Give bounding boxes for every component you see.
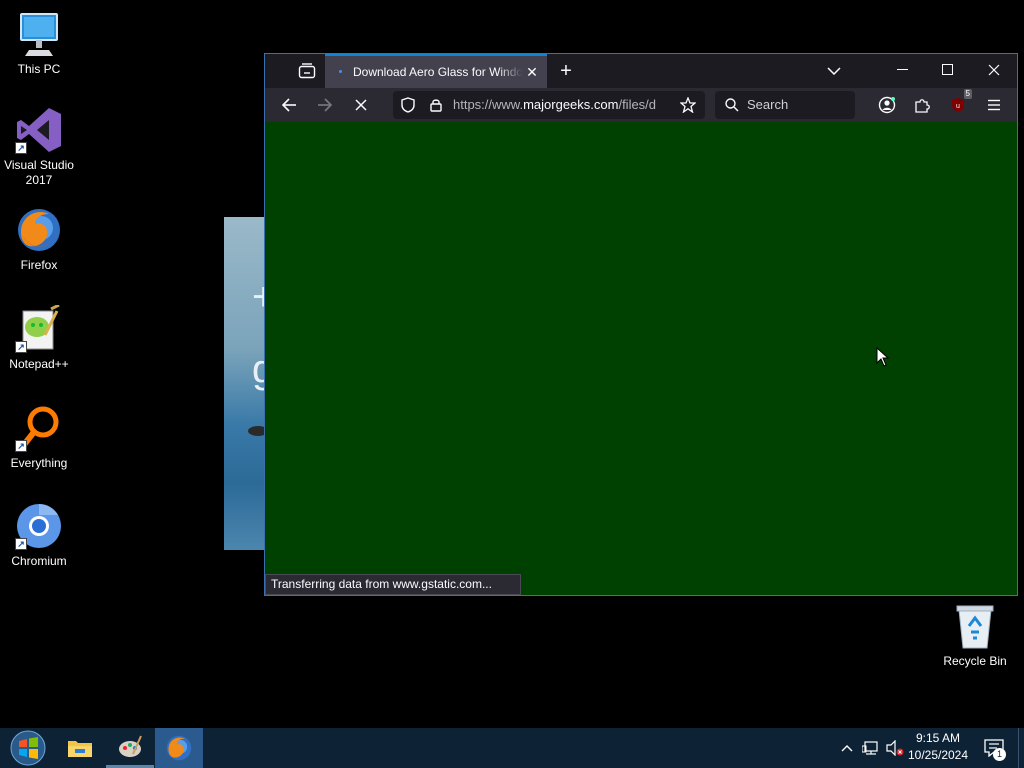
search-icon — [725, 98, 739, 112]
notification-count-badge: 1 — [993, 748, 1006, 761]
stop-icon — [355, 99, 367, 111]
action-center-button[interactable]: 1 — [980, 728, 1008, 768]
navigation-toolbar: https://www.majorgeeks.com/files/d Searc… — [265, 88, 1017, 122]
plus-icon: + — [560, 59, 572, 82]
recycle-bin-icon — [951, 602, 999, 650]
new-tab-button[interactable]: + — [555, 60, 577, 82]
show-hidden-icons-button[interactable] — [838, 728, 856, 768]
bookmark-star-button[interactable] — [677, 95, 699, 115]
close-icon — [988, 64, 1000, 76]
url-prefix: https://www. — [453, 97, 524, 112]
arrow-right-icon — [318, 98, 333, 112]
back-button[interactable] — [277, 93, 301, 117]
start-button[interactable] — [4, 728, 52, 768]
desktop-icon-everything[interactable]: ↗ Everything — [0, 404, 79, 471]
svg-text:u: u — [956, 103, 960, 110]
page-content-area[interactable]: Transferring data from www.gstatic.com..… — [265, 122, 1017, 595]
shortcut-arrow-icon: ↗ — [15, 341, 27, 353]
stop-loading-button[interactable] — [349, 93, 373, 117]
firefox-icon — [166, 735, 192, 761]
desktop-icon-label: Everything — [10, 456, 68, 470]
visual-studio-icon: ↗ — [15, 106, 63, 154]
status-panel: Transferring data from www.gstatic.com..… — [265, 574, 521, 595]
background-window[interactable]: + g — [224, 217, 268, 550]
chromium-icon: ↗ — [15, 502, 63, 550]
notepadpp-icon: ↗ — [15, 303, 63, 353]
desktop-icon-label: Notepad++ — [9, 357, 69, 371]
firefox-window[interactable]: Download Aero Glass for Windows ✕ + http… — [264, 53, 1018, 596]
account-button[interactable] — [875, 93, 899, 117]
taskbar-paint[interactable] — [106, 728, 154, 768]
tab-title: Download Aero Glass for Windows — [353, 65, 523, 79]
desktop-icon-firefox[interactable]: Firefox — [0, 206, 79, 273]
app-menu-button[interactable] — [982, 93, 1006, 117]
clock-time: 9:15 AM — [915, 731, 961, 745]
desktop-icon-label: Chromium — [11, 554, 67, 568]
windows-start-orb-icon — [10, 730, 46, 766]
desktop-icon-recycle-bin[interactable]: Recycle Bin — [935, 602, 1015, 669]
ublock-badge: 5 — [963, 89, 972, 99]
shield-icon — [401, 97, 415, 113]
shortcut-arrow-icon: ↗ — [15, 142, 27, 154]
site-identity-button[interactable] — [425, 95, 447, 115]
tab-aero-glass-download[interactable]: Download Aero Glass for Windows ✕ — [325, 54, 547, 88]
tab-close-button[interactable]: ✕ — [523, 63, 541, 81]
taskbar-firefox[interactable] — [155, 728, 203, 768]
tray-clock[interactable]: 9:15 AM 10/25/2024 — [902, 730, 974, 764]
firefox-view-icon — [298, 63, 316, 79]
chevron-down-icon — [827, 67, 841, 75]
close-window-button[interactable] — [972, 56, 1016, 84]
arrow-left-icon — [281, 98, 296, 112]
network-icon — [862, 741, 878, 755]
everything-search-icon: ↗ — [15, 404, 63, 452]
desktop-icon-label: Firefox — [20, 258, 58, 272]
ublock-origin-button[interactable]: u 5 — [946, 89, 972, 117]
shortcut-arrow-icon: ↗ — [15, 538, 27, 550]
hamburger-menu-icon — [988, 99, 1000, 111]
network-tray-button[interactable] — [860, 728, 882, 768]
desktop-icon-chromium[interactable]: ↗ Chromium — [0, 502, 79, 569]
taskbar: 9:15 AM 10/25/2024 1 — [0, 728, 1024, 768]
url-path: /files/d — [618, 97, 657, 112]
paint-palette-icon — [119, 735, 142, 757]
desktop-icon-label: Recycle Bin — [943, 654, 1007, 668]
minimize-button[interactable] — [881, 56, 925, 84]
firefox-icon — [15, 206, 63, 254]
extensions-button[interactable] — [910, 93, 934, 117]
account-icon — [878, 96, 896, 114]
mouse-cursor-icon — [876, 347, 890, 367]
desktop-icon-label: Visual Studio 2017 — [4, 158, 74, 187]
minimize-icon — [897, 69, 908, 70]
url-bar[interactable]: https://www.majorgeeks.com/files/d — [393, 91, 705, 119]
show-desktop-button[interactable] — [1018, 728, 1024, 768]
lock-icon — [430, 99, 442, 112]
maximize-button[interactable] — [926, 56, 970, 84]
folder-icon — [68, 741, 92, 757]
star-icon — [680, 97, 696, 113]
list-all-tabs-button[interactable] — [823, 60, 845, 82]
tab-strip: Download Aero Glass for Windows ✕ + — [265, 54, 1017, 88]
tracking-protection-button[interactable] — [397, 95, 419, 115]
firefox-view-button[interactable] — [295, 62, 319, 80]
clock-date: 10/25/2024 — [907, 748, 969, 762]
taskbar-file-explorer[interactable] — [58, 728, 102, 768]
shortcut-arrow-icon: ↗ — [15, 440, 27, 452]
maximize-icon — [942, 64, 953, 75]
desktop-icon-visual-studio[interactable]: ↗ Visual Studio 2017 — [0, 106, 79, 188]
puzzle-piece-icon — [915, 99, 930, 113]
search-placeholder: Search — [747, 97, 789, 112]
url-host: majorgeeks.com — [523, 97, 619, 112]
search-box[interactable]: Search — [715, 91, 855, 119]
chevron-up-icon — [841, 745, 853, 752]
desktop-icon-notepadpp[interactable]: ↗ Notepad++ — [0, 303, 79, 372]
desktop: This PC ↗ Visual Studio 2017 Firefox ↗ N… — [0, 0, 1024, 728]
computer-icon — [15, 10, 63, 58]
forward-button[interactable] — [313, 93, 337, 117]
desktop-icon-this-pc[interactable]: This PC — [0, 10, 79, 77]
desktop-icon-label: This PC — [17, 62, 61, 76]
url-text[interactable]: https://www.majorgeeks.com/files/d — [453, 91, 671, 119]
loading-favicon-icon — [333, 64, 349, 80]
